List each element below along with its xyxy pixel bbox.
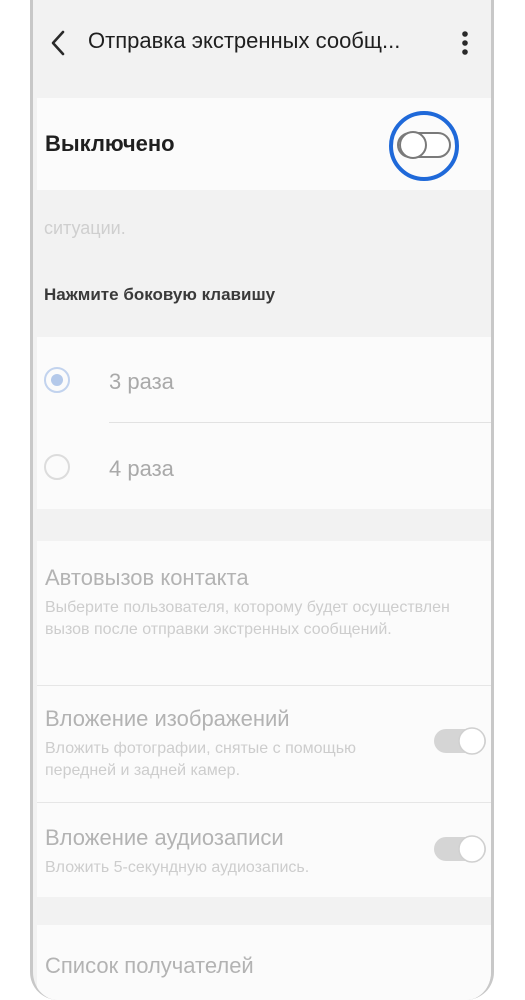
setting-recipients[interactable]: Список получателей (37, 925, 491, 1000)
more-vertical-icon[interactable] (453, 26, 477, 60)
setting-title: Автовызов контакта (45, 565, 249, 590)
highlight-circle (389, 111, 459, 181)
setting-subtitle: Вложить 5-секундную аудиозапись. (45, 859, 310, 876)
setting-auto-call[interactable]: Автовызов контакта Выберите пользователя… (37, 541, 491, 685)
radio-option-label: 4 раза (109, 456, 174, 481)
setting-attach-images[interactable]: Вложение изображений Вложить фотографии,… (37, 686, 491, 802)
radio-button[interactable] (44, 454, 70, 480)
setting-subtitle: Вложить фотографии, снятые с помощью пер… (45, 740, 357, 779)
radio-button-selected[interactable] (44, 367, 70, 393)
radio-option-4-times[interactable]: 4 раза (37, 423, 491, 509)
section-label-side-key: Нажмите боковую клавишу (44, 285, 276, 304)
app-header: Отправка экстренных сообщ... (33, 0, 491, 90)
setting-title: Вложение изображений (45, 706, 290, 731)
press-count-options: 3 раза 4 раза (37, 337, 491, 509)
setting-attach-audio[interactable]: Вложение аудиозаписи Вложить 5-секундную… (37, 803, 491, 897)
page-title: Отправка экстренных сообщ... (88, 28, 401, 53)
settings-list: Автовызов контакта Выберите пользователя… (37, 541, 491, 897)
setting-subtitle: Выберите пользователя, которому будет ос… (45, 599, 450, 638)
master-switch-label: Выключено (45, 131, 175, 156)
attach-images-toggle[interactable] (433, 726, 487, 756)
chevron-left-icon[interactable] (45, 26, 73, 60)
radio-option-3-times[interactable]: 3 раза (37, 337, 491, 423)
setting-title: Список получателей (45, 953, 254, 978)
description-fragment: ситуации. (44, 218, 126, 238)
radio-option-label: 3 раза (109, 369, 174, 394)
attach-audio-toggle[interactable] (433, 834, 487, 864)
setting-title: Вложение аудиозаписи (45, 825, 284, 850)
